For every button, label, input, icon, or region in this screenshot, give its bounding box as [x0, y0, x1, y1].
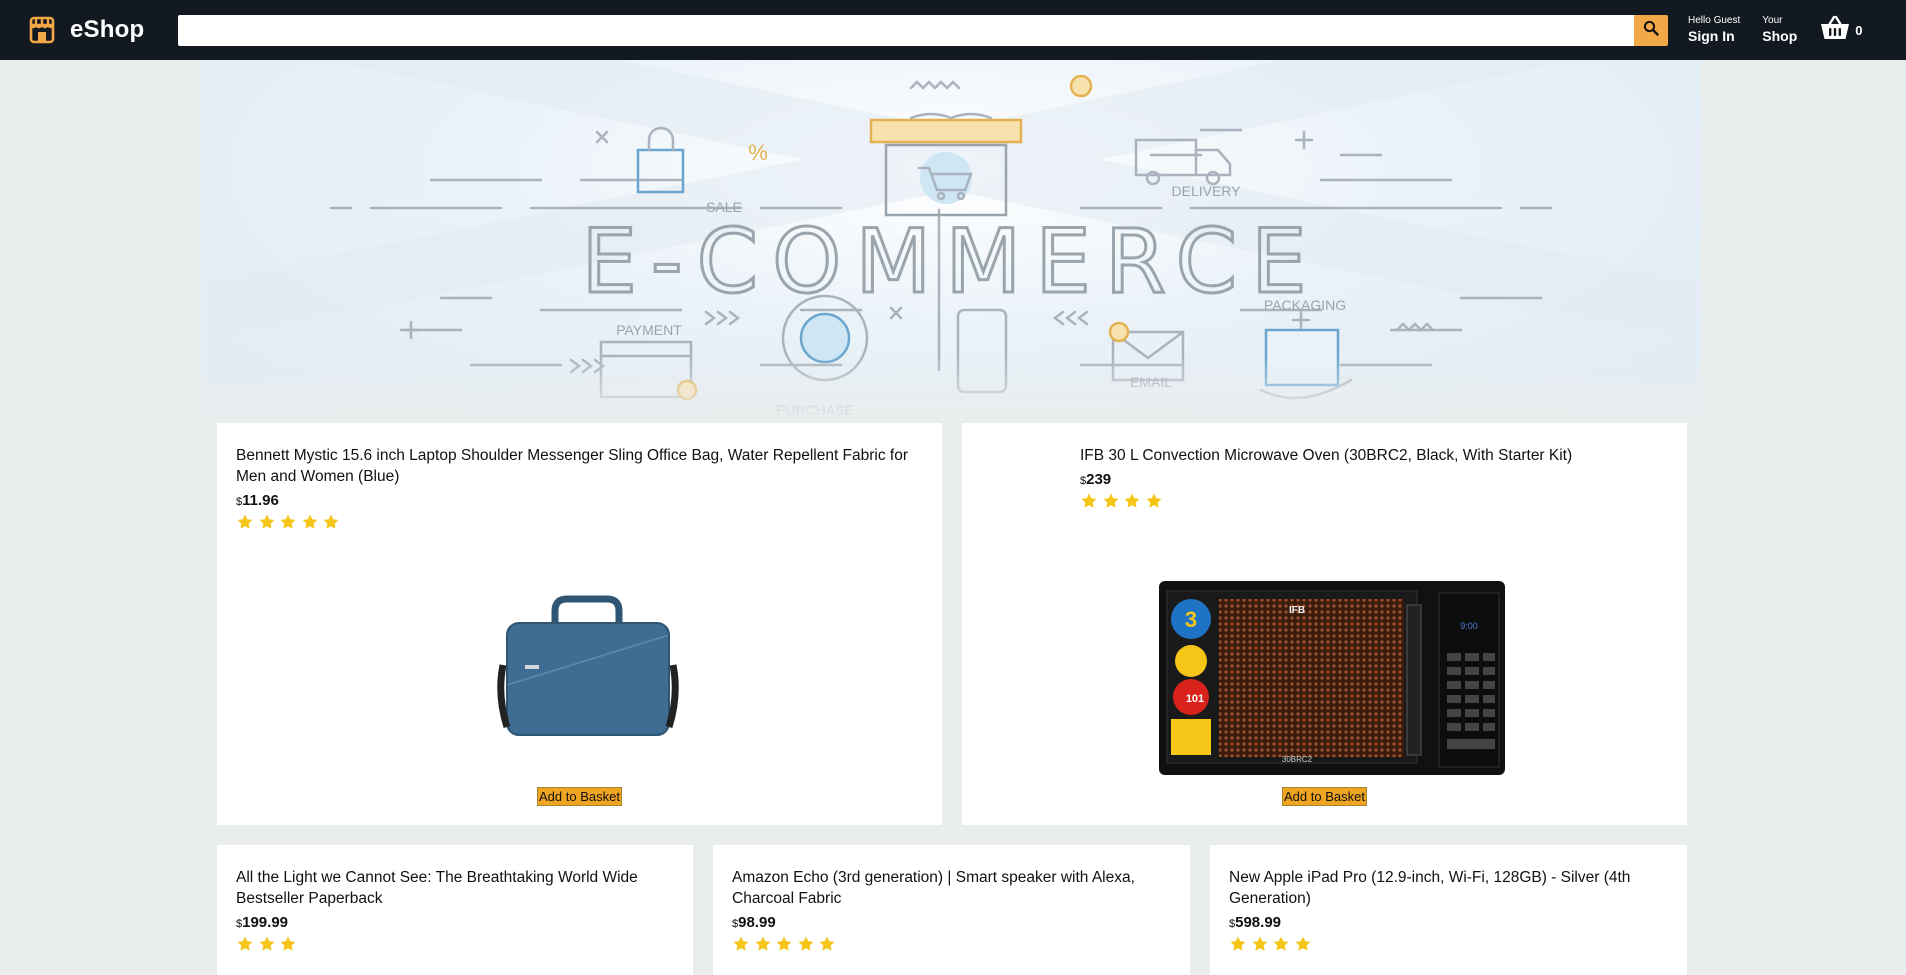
- hero-label-purchase: PURCHASE: [776, 402, 854, 418]
- header-nav: Hello Guest Sign In Your Shop 0: [1688, 15, 1862, 46]
- basket-button[interactable]: 0: [1819, 15, 1862, 46]
- product-card: New Apple iPad Pro (12.9-inch, Wi-Fi, 12…: [1210, 845, 1687, 975]
- search-input[interactable]: [178, 14, 1634, 46]
- your-shop-link[interactable]: Your Shop: [1762, 15, 1797, 45]
- shop-label: Shop: [1762, 28, 1798, 44]
- star-icon: [1102, 492, 1124, 512]
- star-icon: [1251, 935, 1273, 955]
- laptop-bag-image: [497, 595, 679, 736]
- logo[interactable]: eShop: [26, 14, 178, 46]
- star-icon: [1080, 492, 1102, 512]
- ecommerce-banner-image: SALE % DELIVERY PAYMENT PACKAGING PURCHA…: [201, 60, 1701, 418]
- microwave-display: 9:00: [1460, 621, 1478, 631]
- product-price: $98.99: [732, 914, 1171, 931]
- star-icon: [236, 935, 258, 955]
- star-icon: [1229, 935, 1251, 955]
- price-value: 239: [1086, 471, 1112, 488]
- star-icon: [236, 513, 258, 533]
- star-icon: [301, 513, 323, 533]
- microwave-sticker-small: 101: [1186, 693, 1204, 705]
- product-rating: [236, 935, 674, 955]
- product-rating: [236, 513, 923, 533]
- product-card: IFB 30 L Convection Microwave Oven (30BR…: [962, 423, 1687, 825]
- price-value: 598.99: [1235, 914, 1282, 931]
- logo-text: eShop: [70, 16, 145, 43]
- basket-icon: [1819, 15, 1851, 46]
- product-title: Amazon Echo (3rd generation) | Smart spe…: [732, 869, 1135, 907]
- star-icon: [775, 935, 797, 955]
- product-card: Amazon Echo (3rd generation) | Smart spe…: [713, 845, 1190, 975]
- product-price: $239: [1080, 471, 1668, 488]
- star-icon: [279, 513, 301, 533]
- product-title: IFB 30 L Convection Microwave Oven (30BR…: [1080, 447, 1573, 464]
- microwave-sticker-number: 3: [1185, 607, 1197, 632]
- product-title: All the Light we Cannot See: The Breatht…: [236, 869, 638, 907]
- product-title: Bennett Mystic 15.6 inch Laptop Shoulder…: [236, 447, 909, 485]
- star-icon: [1272, 935, 1294, 955]
- price-value: 98.99: [738, 914, 776, 931]
- product-price: $11.96: [236, 492, 923, 509]
- price-value: 199.99: [242, 914, 289, 931]
- product-title: New Apple iPad Pro (12.9-inch, Wi-Fi, 12…: [1229, 869, 1631, 907]
- product-card: All the Light we Cannot See: The Breatht…: [217, 845, 693, 975]
- star-icon: [258, 935, 280, 955]
- hero-label-email: EMAIL: [1130, 374, 1172, 390]
- star-icon: [322, 513, 344, 533]
- star-icon: [797, 935, 819, 955]
- product-rating: [1080, 492, 1668, 512]
- search-button[interactable]: [1634, 14, 1668, 46]
- microwave-brand: IFB: [1289, 605, 1305, 616]
- add-to-basket-button[interactable]: Add to Basket: [1282, 787, 1367, 806]
- search-bar: [178, 14, 1668, 46]
- star-icon: [1294, 935, 1316, 955]
- hero-label-payment: PAYMENT: [616, 322, 682, 338]
- search-icon: [1643, 20, 1659, 41]
- basket-count: 0: [1855, 22, 1863, 38]
- price-value: 11.96: [242, 492, 279, 509]
- hero-title: E-COMMERCE: [581, 210, 1320, 313]
- star-icon: [818, 935, 840, 955]
- header: eShop Hello Guest Sign In Your Shop 0: [0, 0, 1906, 60]
- product-price: $598.99: [1229, 914, 1668, 931]
- hero-label-delivery: DELIVERY: [1172, 183, 1242, 199]
- product-price: $199.99: [236, 914, 674, 931]
- sign-in-label: Sign In: [1688, 28, 1735, 44]
- your-label: Your: [1762, 15, 1783, 26]
- product-rating: [1229, 935, 1668, 955]
- hero-banner: SALE % DELIVERY PAYMENT PACKAGING PURCHA…: [201, 60, 1701, 425]
- product-card: Bennett Mystic 15.6 inch Laptop Shoulder…: [217, 423, 942, 825]
- star-icon: [732, 935, 754, 955]
- star-icon: [1123, 492, 1145, 512]
- storefront-icon: [26, 14, 58, 46]
- hero-label-percent: %: [748, 140, 768, 165]
- microwave-model: 30BRC2: [1282, 755, 1313, 764]
- star-icon: [1145, 492, 1167, 512]
- add-to-basket-button[interactable]: Add to Basket: [537, 787, 622, 806]
- star-icon: [279, 935, 301, 955]
- star-icon: [258, 513, 280, 533]
- greeting-text: Hello Guest: [1688, 15, 1741, 26]
- star-icon: [754, 935, 776, 955]
- product-rating: [732, 935, 1171, 955]
- microwave-image: IFB 30BRC2 9:00 3 101: [1159, 581, 1505, 775]
- sign-in-link[interactable]: Hello Guest Sign In: [1688, 15, 1740, 45]
